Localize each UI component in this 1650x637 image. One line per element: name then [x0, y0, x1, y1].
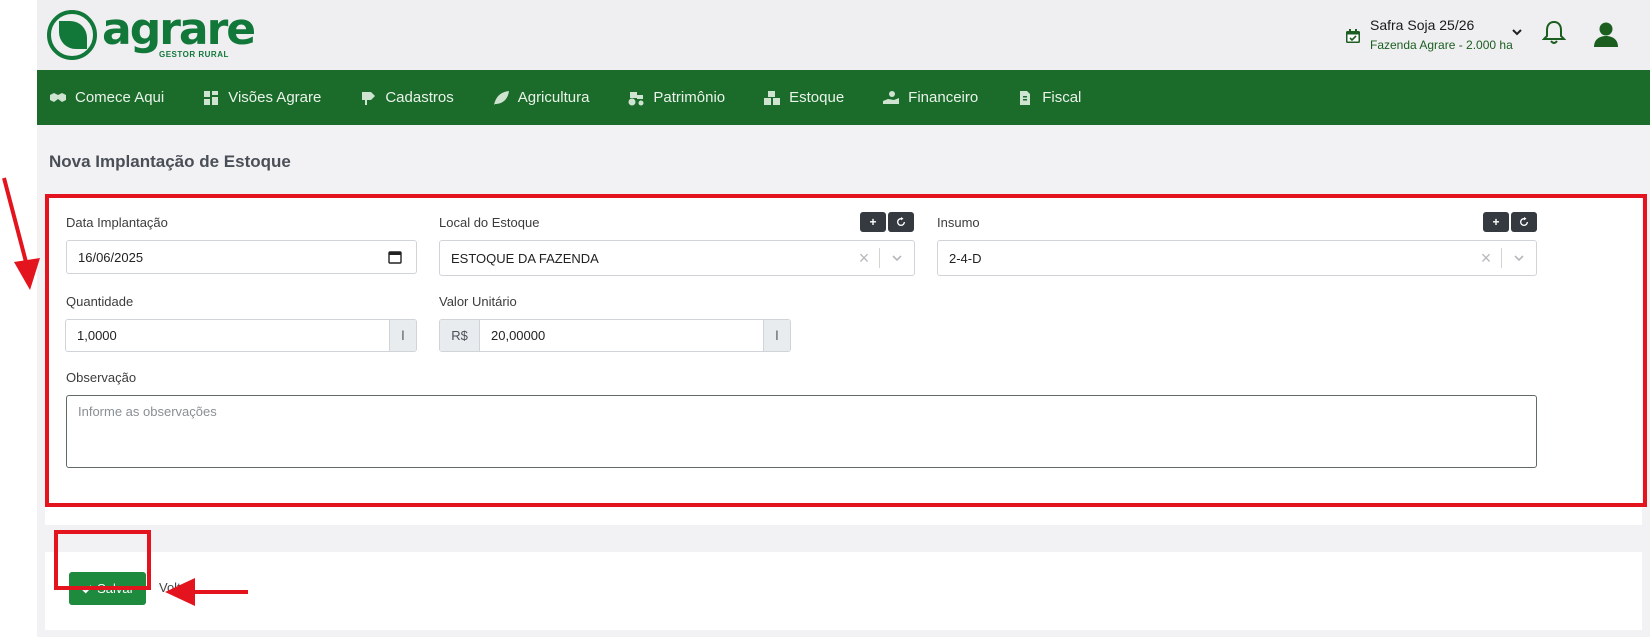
- nav-label: Cadastros: [385, 89, 454, 106]
- quantidade-label: Quantidade: [66, 294, 134, 309]
- nav-label: Agricultura: [517, 89, 590, 106]
- tractor-icon: [628, 91, 644, 105]
- safra-farm: Fazenda Agrare - 2.000 ha: [1370, 38, 1513, 52]
- actions-bar: [45, 552, 1642, 630]
- data-implantacao-value: 16/06/2025: [78, 249, 144, 265]
- dropdown-toggle[interactable]: [1502, 252, 1536, 264]
- chevron-down-icon: [1512, 29, 1522, 36]
- add-insumo-button[interactable]: +: [1483, 212, 1509, 232]
- valor-unitario-label: Valor Unitário: [439, 294, 517, 309]
- save-label: Salvar: [97, 581, 134, 596]
- refresh-icon: [897, 217, 905, 226]
- logo-subtitle: GESTOR RURAL: [159, 50, 229, 59]
- dashboard-icon: [204, 90, 219, 105]
- local-estoque-label: Local do Estoque: [439, 215, 540, 230]
- app-window: agrare GESTOR RURAL Safra Soja 25/26 Faz…: [37, 0, 1650, 637]
- data-implantacao-label: Data Implantação: [66, 215, 168, 230]
- valor-unitario-value: 20,00000: [491, 328, 546, 343]
- quantidade-input[interactable]: 1,0000 l: [65, 319, 417, 352]
- nav-comece-aqui[interactable]: Comece Aqui: [49, 89, 164, 106]
- data-implantacao-input[interactable]: 16/06/2025: [66, 240, 417, 274]
- nav-label: Fiscal: [1042, 89, 1082, 106]
- nav-label: Comece Aqui: [75, 89, 165, 106]
- leaf-logo-icon: [47, 10, 97, 60]
- clear-icon[interactable]: ×: [849, 248, 879, 269]
- user-avatar-icon[interactable]: [1592, 20, 1620, 48]
- nav-fiscal[interactable]: Fiscal: [1016, 89, 1081, 106]
- refresh-icon: [1520, 217, 1528, 226]
- quantidade-unit: l: [389, 320, 416, 351]
- local-estoque-value: ESTOQUE DA FAZENDA: [451, 250, 599, 266]
- nav-label: Estoque: [789, 89, 845, 106]
- agrare-logo[interactable]: agrare GESTOR RURAL: [47, 4, 257, 62]
- clear-icon[interactable]: ×: [1471, 248, 1501, 269]
- nav-label: Visões Agrare: [228, 89, 322, 106]
- check-icon: [82, 584, 93, 593]
- boxes-icon: [764, 90, 781, 105]
- nav-label: Patrimônio: [653, 89, 726, 106]
- nav-estoque[interactable]: Estoque: [763, 89, 844, 106]
- invoice-icon: [1020, 90, 1031, 105]
- observacao-label: Observação: [66, 370, 137, 385]
- logo-name: agrare: [102, 4, 256, 55]
- handshake-icon: [50, 92, 66, 102]
- select-actions: ×: [849, 241, 914, 275]
- add-local-button[interactable]: +: [860, 212, 886, 232]
- back-link[interactable]: Voltar: [159, 580, 192, 595]
- insumo-select[interactable]: 2-4-D ×: [937, 240, 1537, 276]
- top-bar: agrare GESTOR RURAL Safra Soja 25/26 Faz…: [37, 0, 1650, 70]
- leaf-icon: [493, 90, 509, 105]
- form-card: Data Implantação 16/06/2025 Local do Est…: [45, 198, 1642, 525]
- insumo-label: Insumo: [937, 215, 980, 230]
- chevron-down-icon: [892, 255, 902, 262]
- nav-cadastros[interactable]: Cadastros: [359, 89, 454, 106]
- save-button[interactable]: Salvar: [69, 572, 146, 605]
- insumo-value: 2-4-D: [949, 250, 982, 266]
- page-title: Nova Implantação de Estoque: [49, 152, 291, 171]
- refresh-local-button[interactable]: [888, 212, 914, 232]
- calendar-icon[interactable]: [388, 250, 402, 264]
- nav-patrimonio[interactable]: Patrimônio: [627, 89, 725, 106]
- notification-bell-icon[interactable]: [1542, 20, 1566, 46]
- sign-icon: [362, 91, 376, 105]
- safra-selector[interactable]: Safra Soja 25/26 Fazenda Agrare - 2.000 …: [1345, 16, 1525, 56]
- arrow-down-icon: [2, 177, 40, 290]
- nav-financeiro[interactable]: Financeiro: [882, 89, 978, 106]
- safra-title: Safra Soja 25/26: [1370, 17, 1475, 33]
- currency-prefix: R$: [440, 320, 480, 351]
- chevron-down-icon: [1514, 255, 1524, 262]
- nav-label: Financeiro: [908, 89, 979, 106]
- hand-money-icon: [883, 90, 900, 104]
- valor-unit: l: [763, 320, 790, 351]
- local-estoque-select[interactable]: ESTOQUE DA FAZENDA ×: [439, 240, 915, 276]
- page: agrare GESTOR RURAL Safra Soja 25/26 Faz…: [0, 0, 1650, 637]
- valor-unitario-input[interactable]: R$ 20,00000 l: [439, 319, 791, 352]
- dropdown-toggle[interactable]: [880, 252, 914, 264]
- quantidade-value: 1,0000: [77, 328, 117, 343]
- refresh-insumo-button[interactable]: [1511, 212, 1537, 232]
- calendar-check-icon: [1346, 29, 1360, 43]
- nav-agricultura[interactable]: Agricultura: [492, 89, 590, 106]
- select-actions: ×: [1471, 241, 1536, 275]
- main-navigation: Comece Aqui Visões Agrare Cadastros Agri…: [37, 70, 1650, 125]
- nav-visoes-agrare[interactable]: Visões Agrare: [202, 89, 321, 106]
- observacao-textarea[interactable]: Informe as observações: [66, 395, 1537, 468]
